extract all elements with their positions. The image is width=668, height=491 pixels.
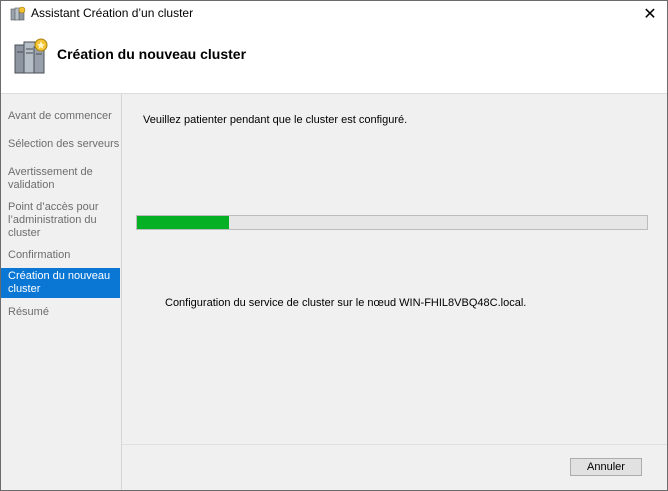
step-point-acces[interactable]: Point d’accès pour l’administration du c…: [1, 201, 120, 241]
wizard-steps: Avant de commencer Sélection des serveur…: [1, 94, 122, 490]
wait-message: Veuillez patienter pendant que le cluste…: [143, 114, 408, 126]
step-creation-cluster[interactable]: Création du nouveau cluster: [1, 268, 120, 298]
cancel-button[interactable]: Annuler: [570, 458, 642, 476]
wizard-footer: Annuler: [122, 444, 667, 490]
step-avertissement-validation[interactable]: Avertissement de validation: [1, 166, 120, 194]
page-title: Création du nouveau cluster: [57, 46, 247, 62]
wizard-window: Assistant Création d’un cluster ✕ Créati…: [0, 0, 668, 491]
progress-fill: [137, 216, 229, 229]
wizard-content: Veuillez patienter pendant que le cluste…: [122, 94, 667, 444]
status-message: Configuration du service de cluster sur …: [165, 297, 527, 309]
step-confirmation[interactable]: Confirmation: [1, 249, 120, 265]
progress-bar: [136, 215, 648, 230]
window-title: Assistant Création d’un cluster: [31, 6, 194, 20]
step-avant-de-commencer[interactable]: Avant de commencer: [1, 110, 120, 126]
close-icon[interactable]: ✕: [633, 1, 667, 27]
wizard-header: Création du nouveau cluster: [1, 27, 667, 94]
server-cluster-icon: [13, 37, 49, 77]
cluster-wizard-icon: [10, 6, 26, 22]
step-resume[interactable]: Résumé: [1, 306, 120, 322]
title-bar[interactable]: Assistant Création d’un cluster ✕: [1, 1, 667, 27]
step-selection-serveurs[interactable]: Sélection des serveurs: [1, 138, 120, 154]
